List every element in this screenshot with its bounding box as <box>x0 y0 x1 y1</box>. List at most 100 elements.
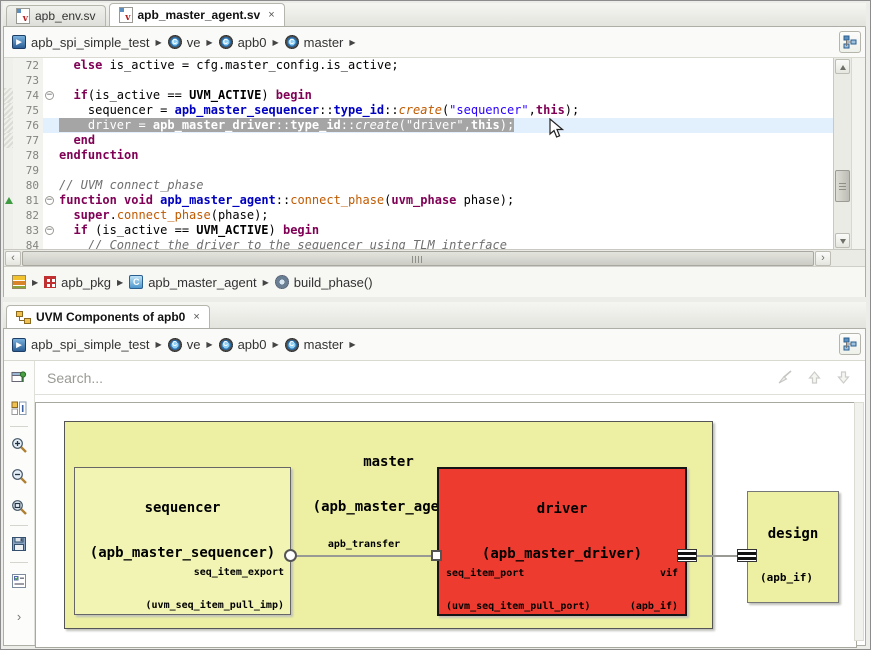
occurrence-marker-icon <box>5 197 13 204</box>
code-line-80[interactable]: 80// UVM connect_phase <box>4 178 833 193</box>
collapse-icon[interactable]: − <box>45 91 54 100</box>
toolbar-more-chevron[interactable]: › <box>17 609 21 624</box>
code-area[interactable]: 72 else is_active = cfg.master_config.is… <box>4 58 833 249</box>
scrollbar-thumb[interactable] <box>835 170 850 202</box>
breadcrumb-item-apb_spi_simple_test[interactable]: ▶apb_spi_simple_test <box>10 336 152 353</box>
scroll-right-button[interactable]: › <box>815 251 831 266</box>
breadcrumb-tree-toggle-button[interactable] <box>839 31 861 53</box>
breadcrumb-separator-icon: ▶ <box>263 278 269 287</box>
line-number: 82 <box>13 208 43 223</box>
line-number: 81 <box>13 193 43 208</box>
hscrollbar-thumb[interactable] <box>22 251 814 266</box>
breadcrumb-item-library-icon[interactable] <box>10 274 28 290</box>
line-number: 84 <box>13 238 43 249</box>
horizontal-scrollbar[interactable]: ‹ › <box>4 249 832 267</box>
diagram-toolbar: › <box>4 361 35 645</box>
breadcrumb-item-apb_pkg[interactable]: apb_pkg <box>42 274 113 291</box>
breadcrumb-item-apb_spi_simple_test[interactable]: ▶apb_spi_simple_test <box>10 34 152 51</box>
fold-margin <box>43 148 56 163</box>
selected-text: driver = apb_master_driver::type_id::cre… <box>59 118 514 132</box>
driver-vif-port[interactable] <box>677 549 697 562</box>
editor-tabbar: v apb_env.sv v apb_master_agent.sv × <box>3 3 866 27</box>
driver-in-port-label: seq_item_port (uvm_seq_item_pull_port) <box>446 546 591 634</box>
code-line-73[interactable]: 73 <box>4 73 833 88</box>
line-number: 76 <box>13 118 43 133</box>
next-match-arrow-down-icon[interactable] <box>836 370 851 385</box>
tab-uvm-components[interactable]: UVM Components of apb0 × <box>6 305 210 328</box>
code-line-72[interactable]: 72 else is_active = cfg.master_config.is… <box>4 58 833 73</box>
breadcrumb-label: master <box>304 337 344 352</box>
tab-apb-env[interactable]: v apb_env.sv <box>6 5 106 26</box>
breadcrumb-item-apb0[interactable]: Capb0 <box>217 336 269 353</box>
code-line-82[interactable]: 82 super.connect_phase(phase); <box>4 208 833 223</box>
line-number: 72 <box>13 58 43 73</box>
view-breadcrumb-tree-toggle-button[interactable] <box>839 333 861 355</box>
zoom-in-button[interactable] <box>10 436 28 454</box>
scroll-up-button[interactable] <box>835 59 850 74</box>
sv-file-icon: v <box>16 8 30 24</box>
diagram-options-button[interactable] <box>10 572 28 590</box>
code-editor[interactable]: 72 else is_active = cfg.master_config.is… <box>4 58 865 249</box>
annotation-ruler-cell <box>4 208 13 223</box>
seq-item-export-port[interactable] <box>284 549 297 562</box>
breadcrumb-item-apb_master_agent[interactable]: Capb_master_agent <box>127 274 258 291</box>
breadcrumb-item-master[interactable]: Cmaster <box>283 34 346 51</box>
code-line-76[interactable]: 76 driver = apb_master_driver::type_id::… <box>4 118 833 133</box>
previous-match-arrow-up-icon[interactable] <box>807 370 822 385</box>
zoom-fit-button[interactable] <box>10 498 28 516</box>
show-types-button[interactable] <box>10 399 28 417</box>
search-input[interactable] <box>35 370 776 386</box>
driver-box[interactable]: driver (apb_master_driver) seq_item_port… <box>437 467 687 616</box>
scroll-left-button[interactable]: ‹ <box>5 251 21 266</box>
breadcrumb-item-ve[interactable]: Cve <box>166 336 203 353</box>
breadcrumb-item-ve[interactable]: Cve <box>166 34 203 51</box>
module-icon: ▶ <box>12 35 26 49</box>
breadcrumb-separator-icon: ▶ <box>206 340 212 349</box>
design-box[interactable]: design (apb_if) <box>747 491 839 603</box>
save-diagram-button[interactable] <box>10 535 28 553</box>
zoom-out-button[interactable] <box>10 467 28 485</box>
fold-margin <box>43 208 56 223</box>
close-tab-icon[interactable]: × <box>268 9 274 21</box>
toolbar-separator <box>10 426 28 427</box>
line-number: 77 <box>13 133 43 148</box>
vertical-scrollbar[interactable] <box>833 58 851 249</box>
uvm-components-view-icon <box>16 311 31 324</box>
code-line-74[interactable]: 74− if(is_active == UVM_ACTIVE) begin <box>4 88 833 103</box>
pin-view-button[interactable] <box>10 368 28 386</box>
tab-apb-master-agent[interactable]: v apb_master_agent.sv × <box>109 3 285 26</box>
code-line-77[interactable]: 77 end <box>4 133 833 148</box>
annotation-ruler-cell <box>4 73 13 88</box>
sequencer-box[interactable]: sequencer (apb_master_sequencer) seq_ite… <box>74 467 291 615</box>
code-text: end <box>56 133 833 148</box>
design-if-port[interactable] <box>737 549 757 562</box>
toolbar-separator <box>10 525 28 526</box>
code-line-81[interactable]: 81−function void apb_master_agent::conne… <box>4 193 833 208</box>
code-line-75[interactable]: 75 sequencer = apb_master_sequencer::typ… <box>4 103 833 118</box>
uvm-diagram-canvas[interactable]: master (apb_master_agent) sequencer (apb… <box>35 402 857 648</box>
code-line-79[interactable]: 79 <box>4 163 833 178</box>
collapse-icon[interactable]: − <box>45 196 54 205</box>
breadcrumb-label: apb0 <box>238 35 267 50</box>
method-icon <box>275 275 289 289</box>
annotation-ruler-cell <box>4 238 13 249</box>
close-view-icon[interactable]: × <box>193 311 199 323</box>
scroll-down-button[interactable] <box>835 233 850 248</box>
canvas-scrollbar[interactable] <box>854 402 864 641</box>
breadcrumb-separator-icon: ▶ <box>117 278 123 287</box>
code-line-84[interactable]: 84 // Connect the driver to the sequence… <box>4 238 833 249</box>
seq-driver-connection[interactable] <box>291 555 437 557</box>
seq-item-port[interactable] <box>431 550 442 561</box>
code-line-83[interactable]: 83− if (is_active == UVM_ACTIVE) begin <box>4 223 833 238</box>
breadcrumb-item-build_phase()[interactable]: build_phase() <box>273 274 375 291</box>
breadcrumb-item-apb0[interactable]: Capb0 <box>217 34 269 51</box>
collapse-icon[interactable]: − <box>45 226 54 235</box>
clear-search-broom-icon[interactable] <box>776 370 793 385</box>
breadcrumb-item-master[interactable]: Cmaster <box>283 336 346 353</box>
annotation-ruler-cell <box>4 178 13 193</box>
uvm-components-view-group: UVM Components of apb0 × ▶apb_spi_simple… <box>3 302 866 646</box>
annotation-ruler-cell <box>4 223 13 238</box>
zoom-in-icon <box>11 437 28 454</box>
breadcrumb-label: apb_spi_simple_test <box>31 337 150 352</box>
code-line-78[interactable]: 78endfunction <box>4 148 833 163</box>
